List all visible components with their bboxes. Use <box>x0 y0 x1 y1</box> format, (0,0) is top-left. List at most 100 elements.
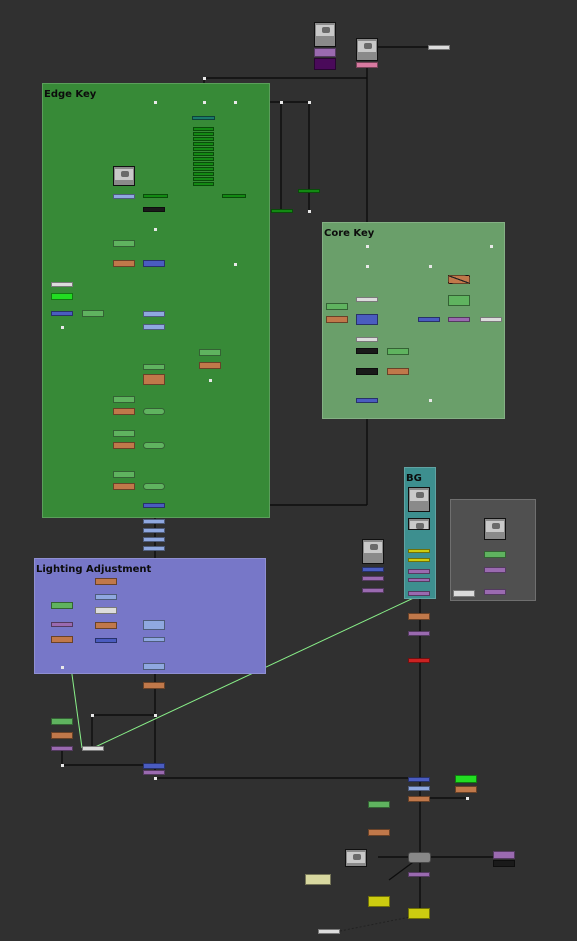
node-yellow[interactable] <box>408 908 430 919</box>
dot-node[interactable] <box>466 797 469 800</box>
node-purple[interactable] <box>484 567 506 573</box>
node-green[interactable] <box>113 396 135 403</box>
node-graph[interactable]: Edge Key Core Key Lighting Adjustment BG <box>0 0 577 941</box>
node-green[interactable] <box>199 349 221 356</box>
node-light-blue[interactable] <box>95 594 117 600</box>
node-black[interactable] <box>143 207 165 212</box>
dot-node[interactable] <box>154 714 157 717</box>
dot-node[interactable] <box>203 101 206 104</box>
node-dark-green[interactable] <box>222 194 246 198</box>
node-green-stack[interactable] <box>193 147 214 151</box>
node-yellow[interactable] <box>408 558 430 562</box>
node-dark-green[interactable] <box>298 189 320 193</box>
node-white[interactable] <box>356 297 378 302</box>
node-green[interactable] <box>113 430 135 437</box>
node-teal[interactable] <box>192 116 215 120</box>
node-orange[interactable] <box>387 368 409 375</box>
node-dark-green[interactable] <box>271 209 293 213</box>
node-purple[interactable] <box>314 48 336 57</box>
backdrop-unnamed[interactable] <box>450 499 536 601</box>
node-green[interactable] <box>143 364 165 370</box>
node-orange[interactable] <box>113 260 135 267</box>
node-green-rounded[interactable] <box>143 483 165 490</box>
dot-node[interactable] <box>154 228 157 231</box>
node-purple[interactable] <box>408 631 430 636</box>
node-purple[interactable] <box>408 872 430 877</box>
node-purple[interactable] <box>362 576 384 581</box>
node-green[interactable] <box>51 718 73 725</box>
dot-node[interactable] <box>366 265 369 268</box>
node-blue[interactable] <box>51 311 73 316</box>
node-green-stack[interactable] <box>193 127 214 131</box>
backdrop-edge-key[interactable]: Edge Key <box>42 83 270 518</box>
node-green-stack[interactable] <box>193 142 214 146</box>
node-white[interactable] <box>356 337 378 342</box>
node-purple[interactable] <box>484 589 506 595</box>
node-light-blue[interactable] <box>143 620 165 630</box>
node-orange[interactable] <box>95 578 117 585</box>
node-white[interactable] <box>318 929 340 934</box>
dot-node[interactable] <box>234 263 237 266</box>
node-light-blue[interactable] <box>143 324 165 330</box>
node-white[interactable] <box>453 590 475 597</box>
node-light-blue[interactable] <box>143 546 165 551</box>
node-black[interactable] <box>493 860 515 867</box>
backdrop-lighting[interactable]: Lighting Adjustment <box>34 558 266 674</box>
node-green-stack[interactable] <box>193 157 214 161</box>
node-purple[interactable] <box>362 588 384 593</box>
node-merge[interactable] <box>408 852 431 863</box>
dot-node[interactable] <box>490 245 493 248</box>
node-orange[interactable] <box>408 613 430 620</box>
node-blue[interactable] <box>362 567 384 572</box>
node-green[interactable] <box>113 240 135 247</box>
node-green[interactable] <box>51 602 73 609</box>
node-orange[interactable] <box>95 622 117 629</box>
node-dark-purple[interactable] <box>314 58 336 70</box>
dot-node[interactable] <box>429 265 432 268</box>
node-blue[interactable] <box>356 314 378 325</box>
node-purple[interactable] <box>408 578 430 582</box>
node-green[interactable] <box>113 471 135 478</box>
node-green-stack[interactable] <box>193 162 214 166</box>
node-green[interactable] <box>387 348 409 355</box>
node-green-stack[interactable] <box>193 172 214 176</box>
read-node-thumbnail[interactable] <box>408 487 430 512</box>
node-orange[interactable] <box>113 408 135 415</box>
node-green[interactable] <box>368 801 390 808</box>
node-purple[interactable] <box>493 851 515 859</box>
read-node-thumbnail[interactable] <box>314 22 336 47</box>
node-purple[interactable] <box>51 622 73 627</box>
node-sticky-note[interactable] <box>305 874 331 885</box>
node-purple[interactable] <box>143 770 165 775</box>
dot-node[interactable] <box>154 101 157 104</box>
node-red[interactable] <box>408 658 430 663</box>
node-white[interactable] <box>428 45 450 50</box>
node-purple[interactable] <box>51 746 73 751</box>
read-node-thumbnail[interactable] <box>362 539 384 564</box>
node-purple[interactable] <box>408 569 430 574</box>
node-green[interactable] <box>484 551 506 558</box>
node-yellow[interactable] <box>368 896 390 907</box>
node-orange[interactable] <box>368 829 390 836</box>
node-purple[interactable] <box>408 591 430 596</box>
node-green[interactable] <box>448 295 470 306</box>
node-green-stack[interactable] <box>193 152 214 156</box>
dot-node[interactable] <box>366 245 369 248</box>
node-green-rounded[interactable] <box>143 442 165 449</box>
node-blue[interactable] <box>143 260 165 267</box>
dot-node[interactable] <box>61 326 64 329</box>
node-blue[interactable] <box>143 763 165 769</box>
node-disabled-orange[interactable] <box>448 275 470 284</box>
node-green-stack[interactable] <box>193 137 214 141</box>
node-green-stack[interactable] <box>193 132 214 136</box>
node-blue[interactable] <box>418 317 440 322</box>
node-orange[interactable] <box>51 636 73 643</box>
node-white[interactable] <box>51 282 73 287</box>
node-orange[interactable] <box>51 732 73 739</box>
dot-node[interactable] <box>308 101 311 104</box>
node-green[interactable] <box>82 310 104 317</box>
node-orange[interactable] <box>113 483 135 490</box>
read-node-thumbnail[interactable] <box>356 38 378 61</box>
read-node-thumbnail[interactable] <box>113 166 135 186</box>
node-light-blue[interactable] <box>143 537 165 542</box>
